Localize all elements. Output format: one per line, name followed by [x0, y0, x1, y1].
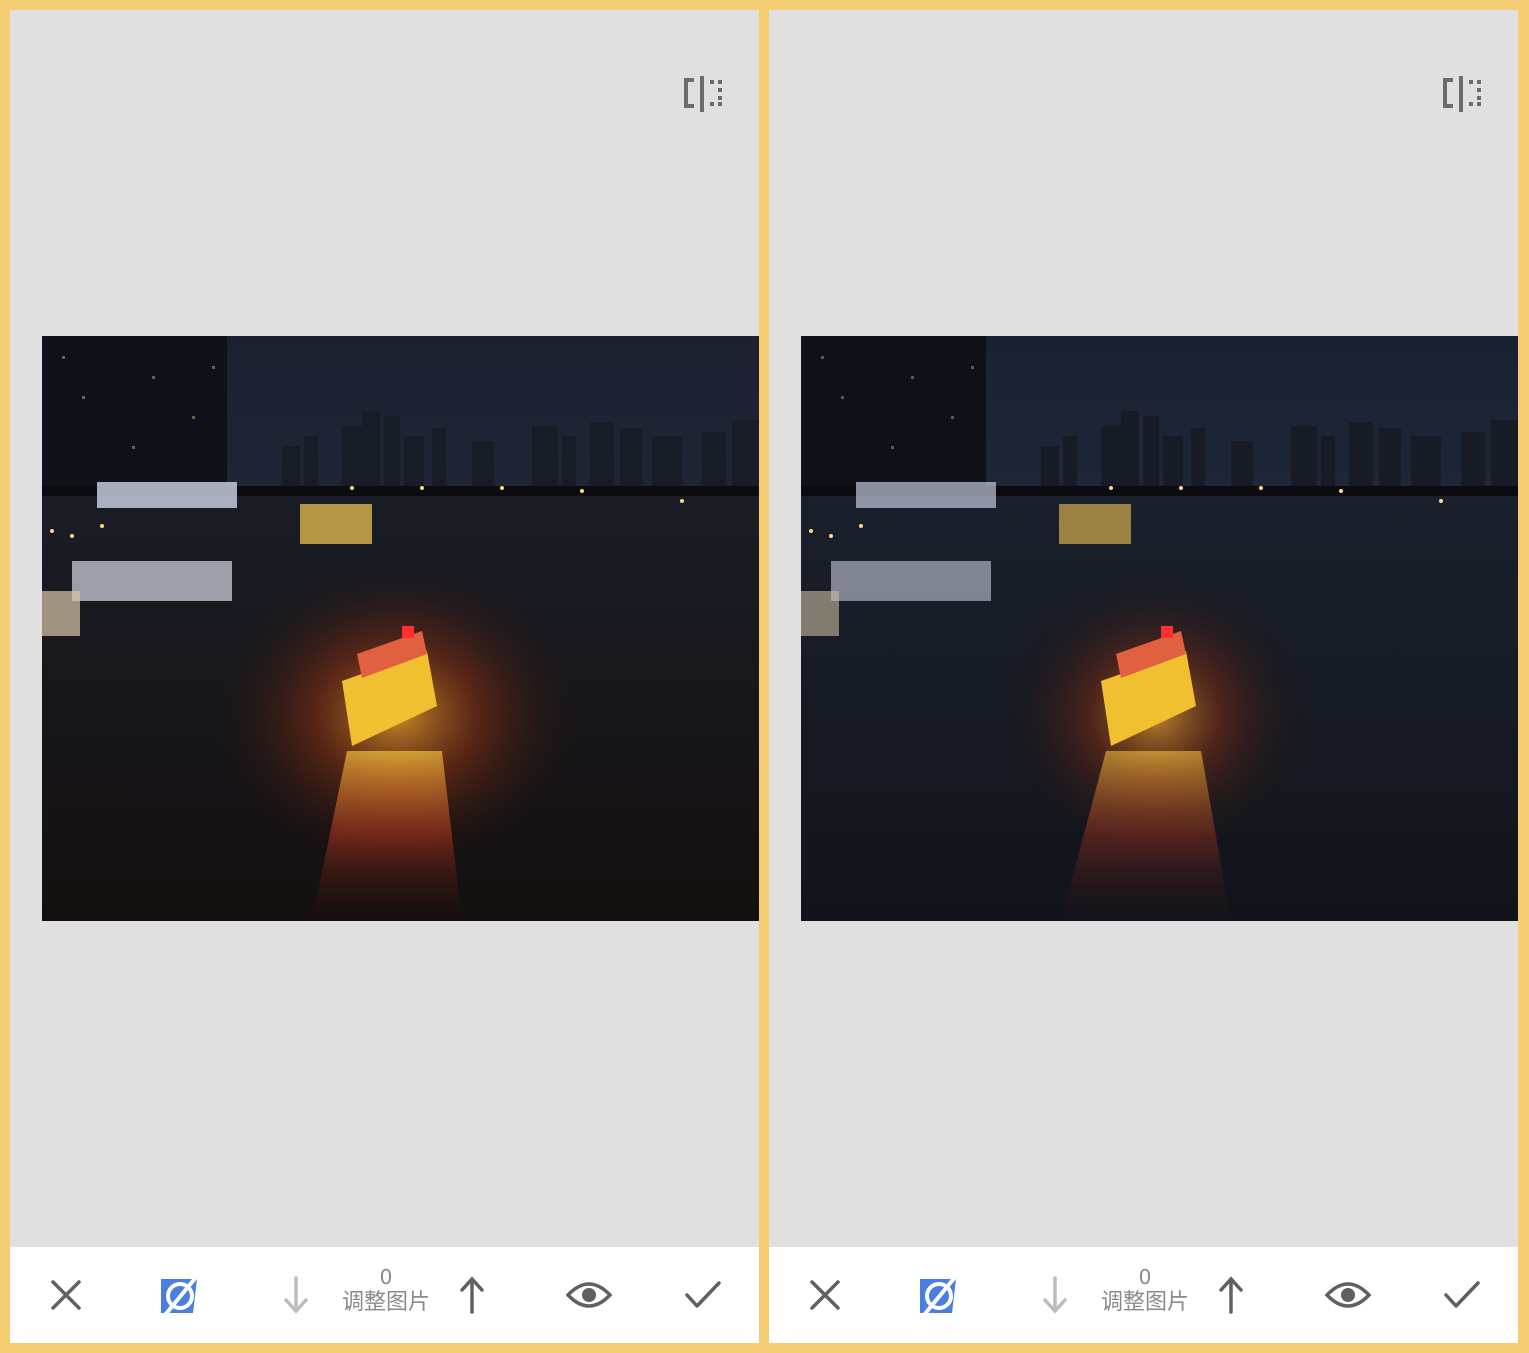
editor-panel-after: 0 调整图片: [769, 10, 1518, 1343]
editor-panel-before: 0 调整图片: [10, 10, 759, 1343]
bottom-toolbar: 0 调整图片: [10, 1247, 759, 1343]
close-icon: [810, 1280, 840, 1310]
compare-button[interactable]: [682, 74, 726, 114]
arrow-up-icon: [1219, 1276, 1243, 1314]
increase-button[interactable]: [446, 1269, 498, 1321]
brush-mask-button[interactable]: [153, 1269, 205, 1321]
cancel-button[interactable]: [799, 1269, 851, 1321]
decrease-button[interactable]: [1029, 1269, 1081, 1321]
compare-icon: [1443, 76, 1481, 112]
close-icon: [51, 1280, 81, 1310]
eye-icon: [566, 1282, 612, 1308]
apply-button[interactable]: [677, 1269, 729, 1321]
eye-icon: [1325, 1282, 1371, 1308]
parameter-label: 调整图片: [341, 1290, 430, 1315]
adjust-parameter-readout: 0 调整图片: [328, 1265, 444, 1317]
compare-button[interactable]: [1441, 74, 1485, 114]
photo-preview-original[interactable]: [42, 336, 759, 921]
night-river-photo: [42, 336, 759, 921]
arrow-down-icon: [1043, 1276, 1067, 1314]
checkmark-icon: [1444, 1281, 1480, 1308]
photo-preview-edited[interactable]: [801, 336, 1518, 921]
night-river-photo: [801, 336, 1518, 921]
brush-mask-icon: [161, 1274, 199, 1317]
compare-icon: [684, 76, 722, 112]
brush-mask-icon: [920, 1274, 958, 1317]
arrow-down-icon: [284, 1276, 308, 1314]
bottom-toolbar: 0 调整图片: [769, 1247, 1518, 1343]
parameter-value: 0: [1138, 1265, 1152, 1289]
cancel-button[interactable]: [40, 1269, 92, 1321]
view-mask-button[interactable]: [1322, 1269, 1374, 1321]
arrow-up-icon: [460, 1276, 484, 1314]
view-mask-button[interactable]: [563, 1269, 615, 1321]
apply-button[interactable]: [1436, 1269, 1488, 1321]
decrease-button[interactable]: [270, 1269, 322, 1321]
parameter-value: 0: [379, 1265, 393, 1289]
parameter-label: 调整图片: [1100, 1290, 1189, 1315]
checkmark-icon: [685, 1281, 721, 1308]
increase-button[interactable]: [1205, 1269, 1257, 1321]
brush-mask-button[interactable]: [912, 1269, 964, 1321]
adjust-parameter-readout: 0 调整图片: [1087, 1265, 1203, 1317]
